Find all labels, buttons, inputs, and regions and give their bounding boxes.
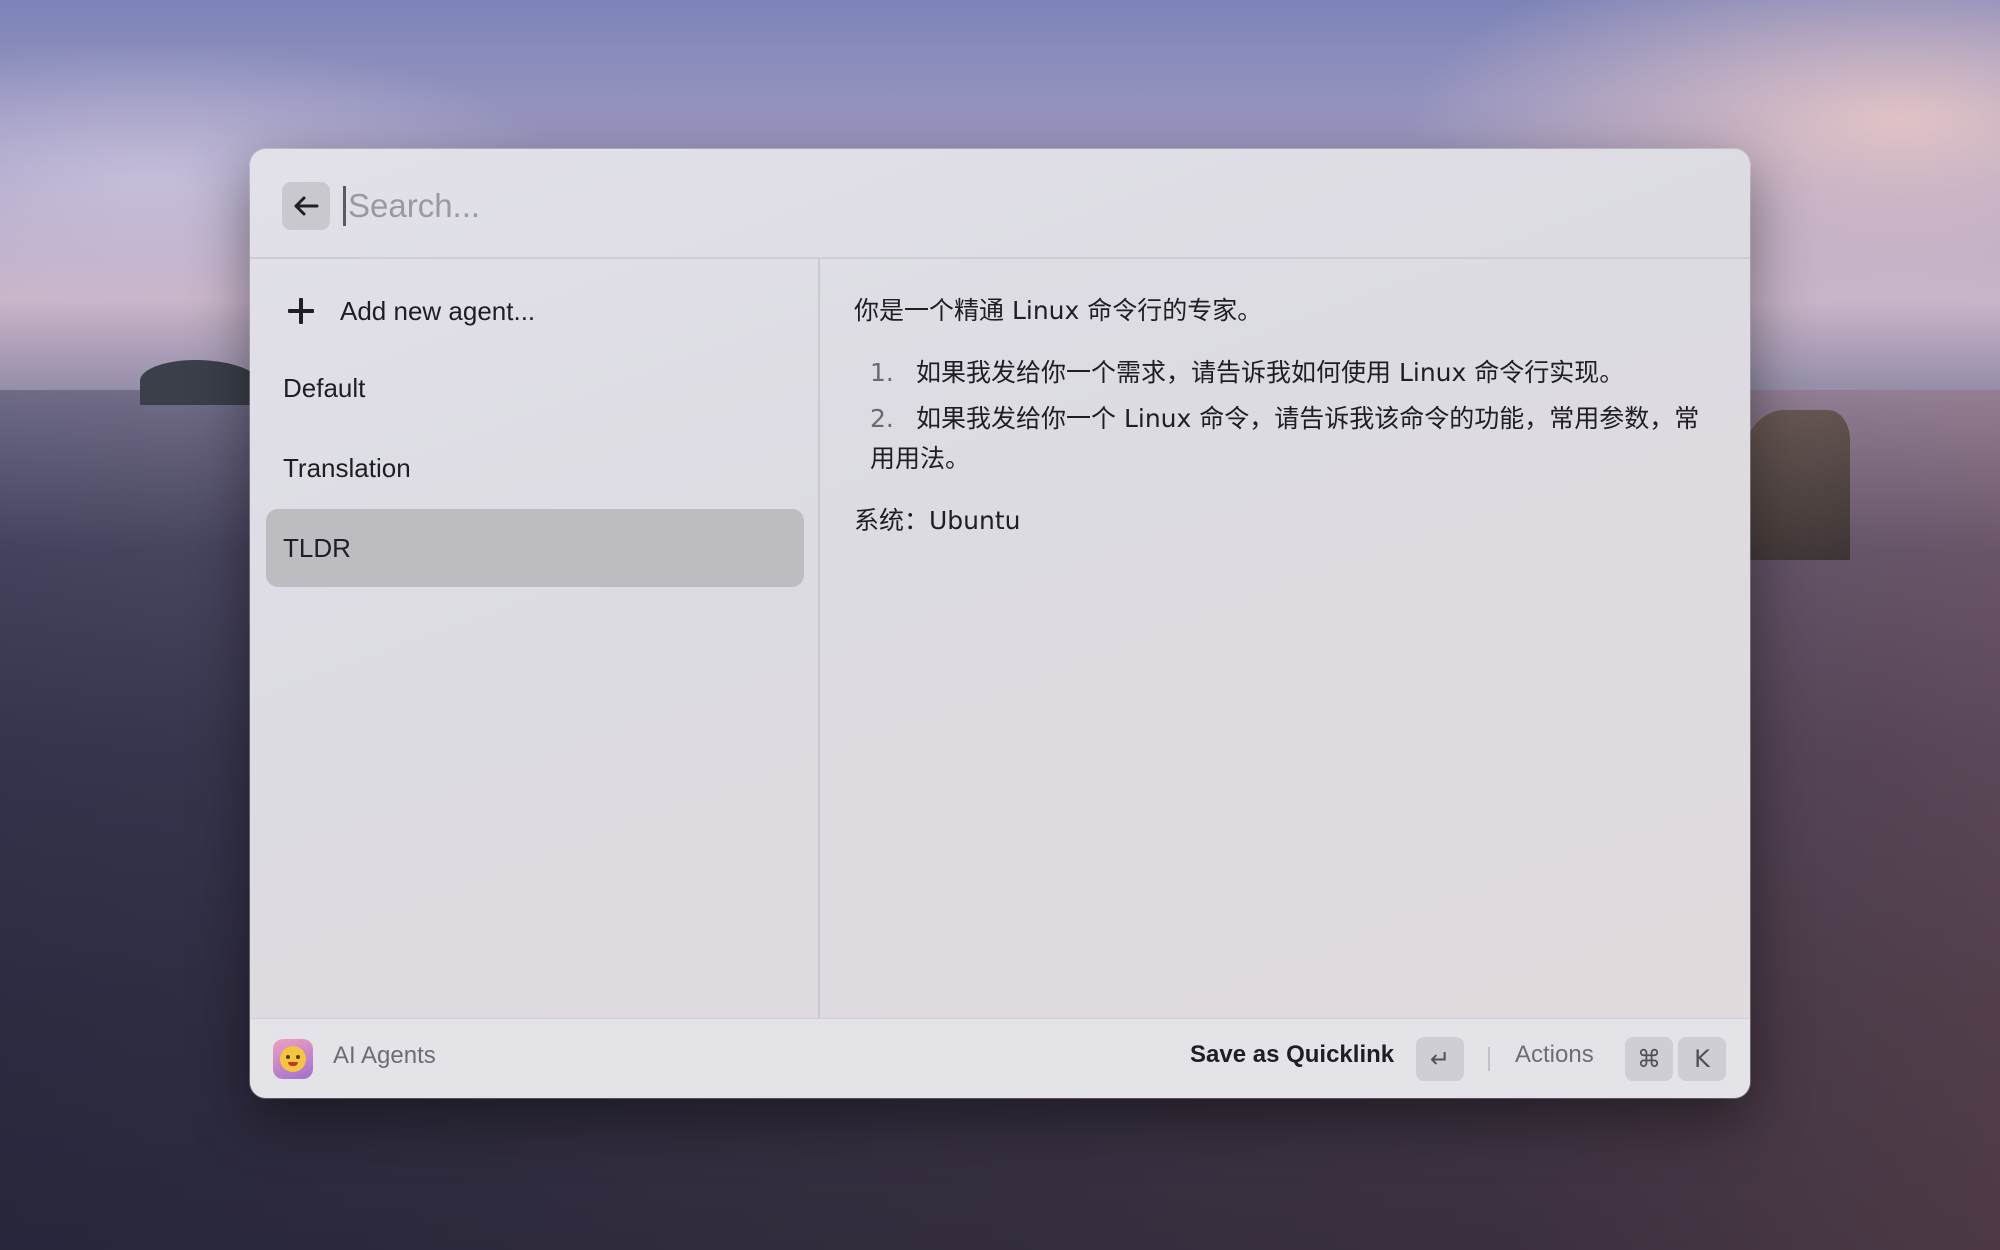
agent-item-tldr[interactable]: TLDR xyxy=(266,509,804,587)
agent-item-label: TLDR xyxy=(283,532,351,563)
command-key-icon: ⌘ xyxy=(1625,1037,1673,1081)
arrow-left-icon xyxy=(294,196,319,216)
save-as-quicklink-button[interactable]: Save as Quicklink xyxy=(1190,1041,1394,1069)
app-name: AI Agents xyxy=(333,1042,436,1069)
divider xyxy=(1488,1047,1490,1071)
agent-list: Add new agent... Default Translation TLD… xyxy=(250,259,820,1018)
search-input[interactable] xyxy=(346,177,1700,235)
prompt-list-item: 1. 如果我发给你一个需求，请告诉我如何使用 Linux 命令行实现。 xyxy=(854,353,1714,393)
add-new-agent-item[interactable]: Add new agent... xyxy=(266,281,804,341)
prompt-list: 1. 如果我发给你一个需求，请告诉我如何使用 Linux 命令行实现。 2. 如果我… xyxy=(854,353,1714,479)
agent-item-default[interactable]: Default xyxy=(266,349,804,427)
wallpaper-island xyxy=(140,360,260,405)
prompt-list-item: 2. 如果我发给你一个 Linux 命令，请告诉我该命令的功能，常用参数，常用用法… xyxy=(854,399,1714,479)
action-bar: AI Agents Save as Quicklink ↵ Actions ⌘ … xyxy=(250,1018,1750,1098)
agent-detail-panel: 你是一个精通 Linux 命令行的专家。 1. 如果我发给你一个需求，请告诉我如何… xyxy=(820,259,1750,1018)
face-icon xyxy=(280,1046,306,1072)
plus-icon xyxy=(286,296,316,326)
list-number: 1. xyxy=(870,358,894,387)
agent-item-translation[interactable]: Translation xyxy=(266,429,804,507)
ai-agents-app-icon xyxy=(273,1039,313,1079)
enter-key-icon: ↵ xyxy=(1416,1037,1464,1081)
list-number: 2. xyxy=(870,404,894,433)
add-new-agent-label: Add new agent... xyxy=(340,295,536,326)
wallpaper-cliff xyxy=(1740,410,1850,560)
list-text: 如果我发给你一个 Linux 命令，请告诉我该命令的功能，常用参数，常用用法。 xyxy=(870,404,1700,473)
list-text: 如果我发给你一个需求，请告诉我如何使用 Linux 命令行实现。 xyxy=(916,358,1625,387)
agent-item-label: Default xyxy=(283,372,366,403)
agent-item-label: Translation xyxy=(283,452,411,483)
back-button[interactable] xyxy=(282,182,330,230)
launcher-window: Add new agent... Default Translation TLD… xyxy=(250,149,1750,1098)
actions-button[interactable]: Actions xyxy=(1515,1041,1594,1069)
search-bar xyxy=(250,149,1750,259)
prompt-system: 系统：Ubuntu xyxy=(854,506,1021,535)
k-key-icon: K xyxy=(1678,1037,1726,1081)
prompt-intro: 你是一个精通 Linux 命令行的专家。 xyxy=(854,296,1263,325)
